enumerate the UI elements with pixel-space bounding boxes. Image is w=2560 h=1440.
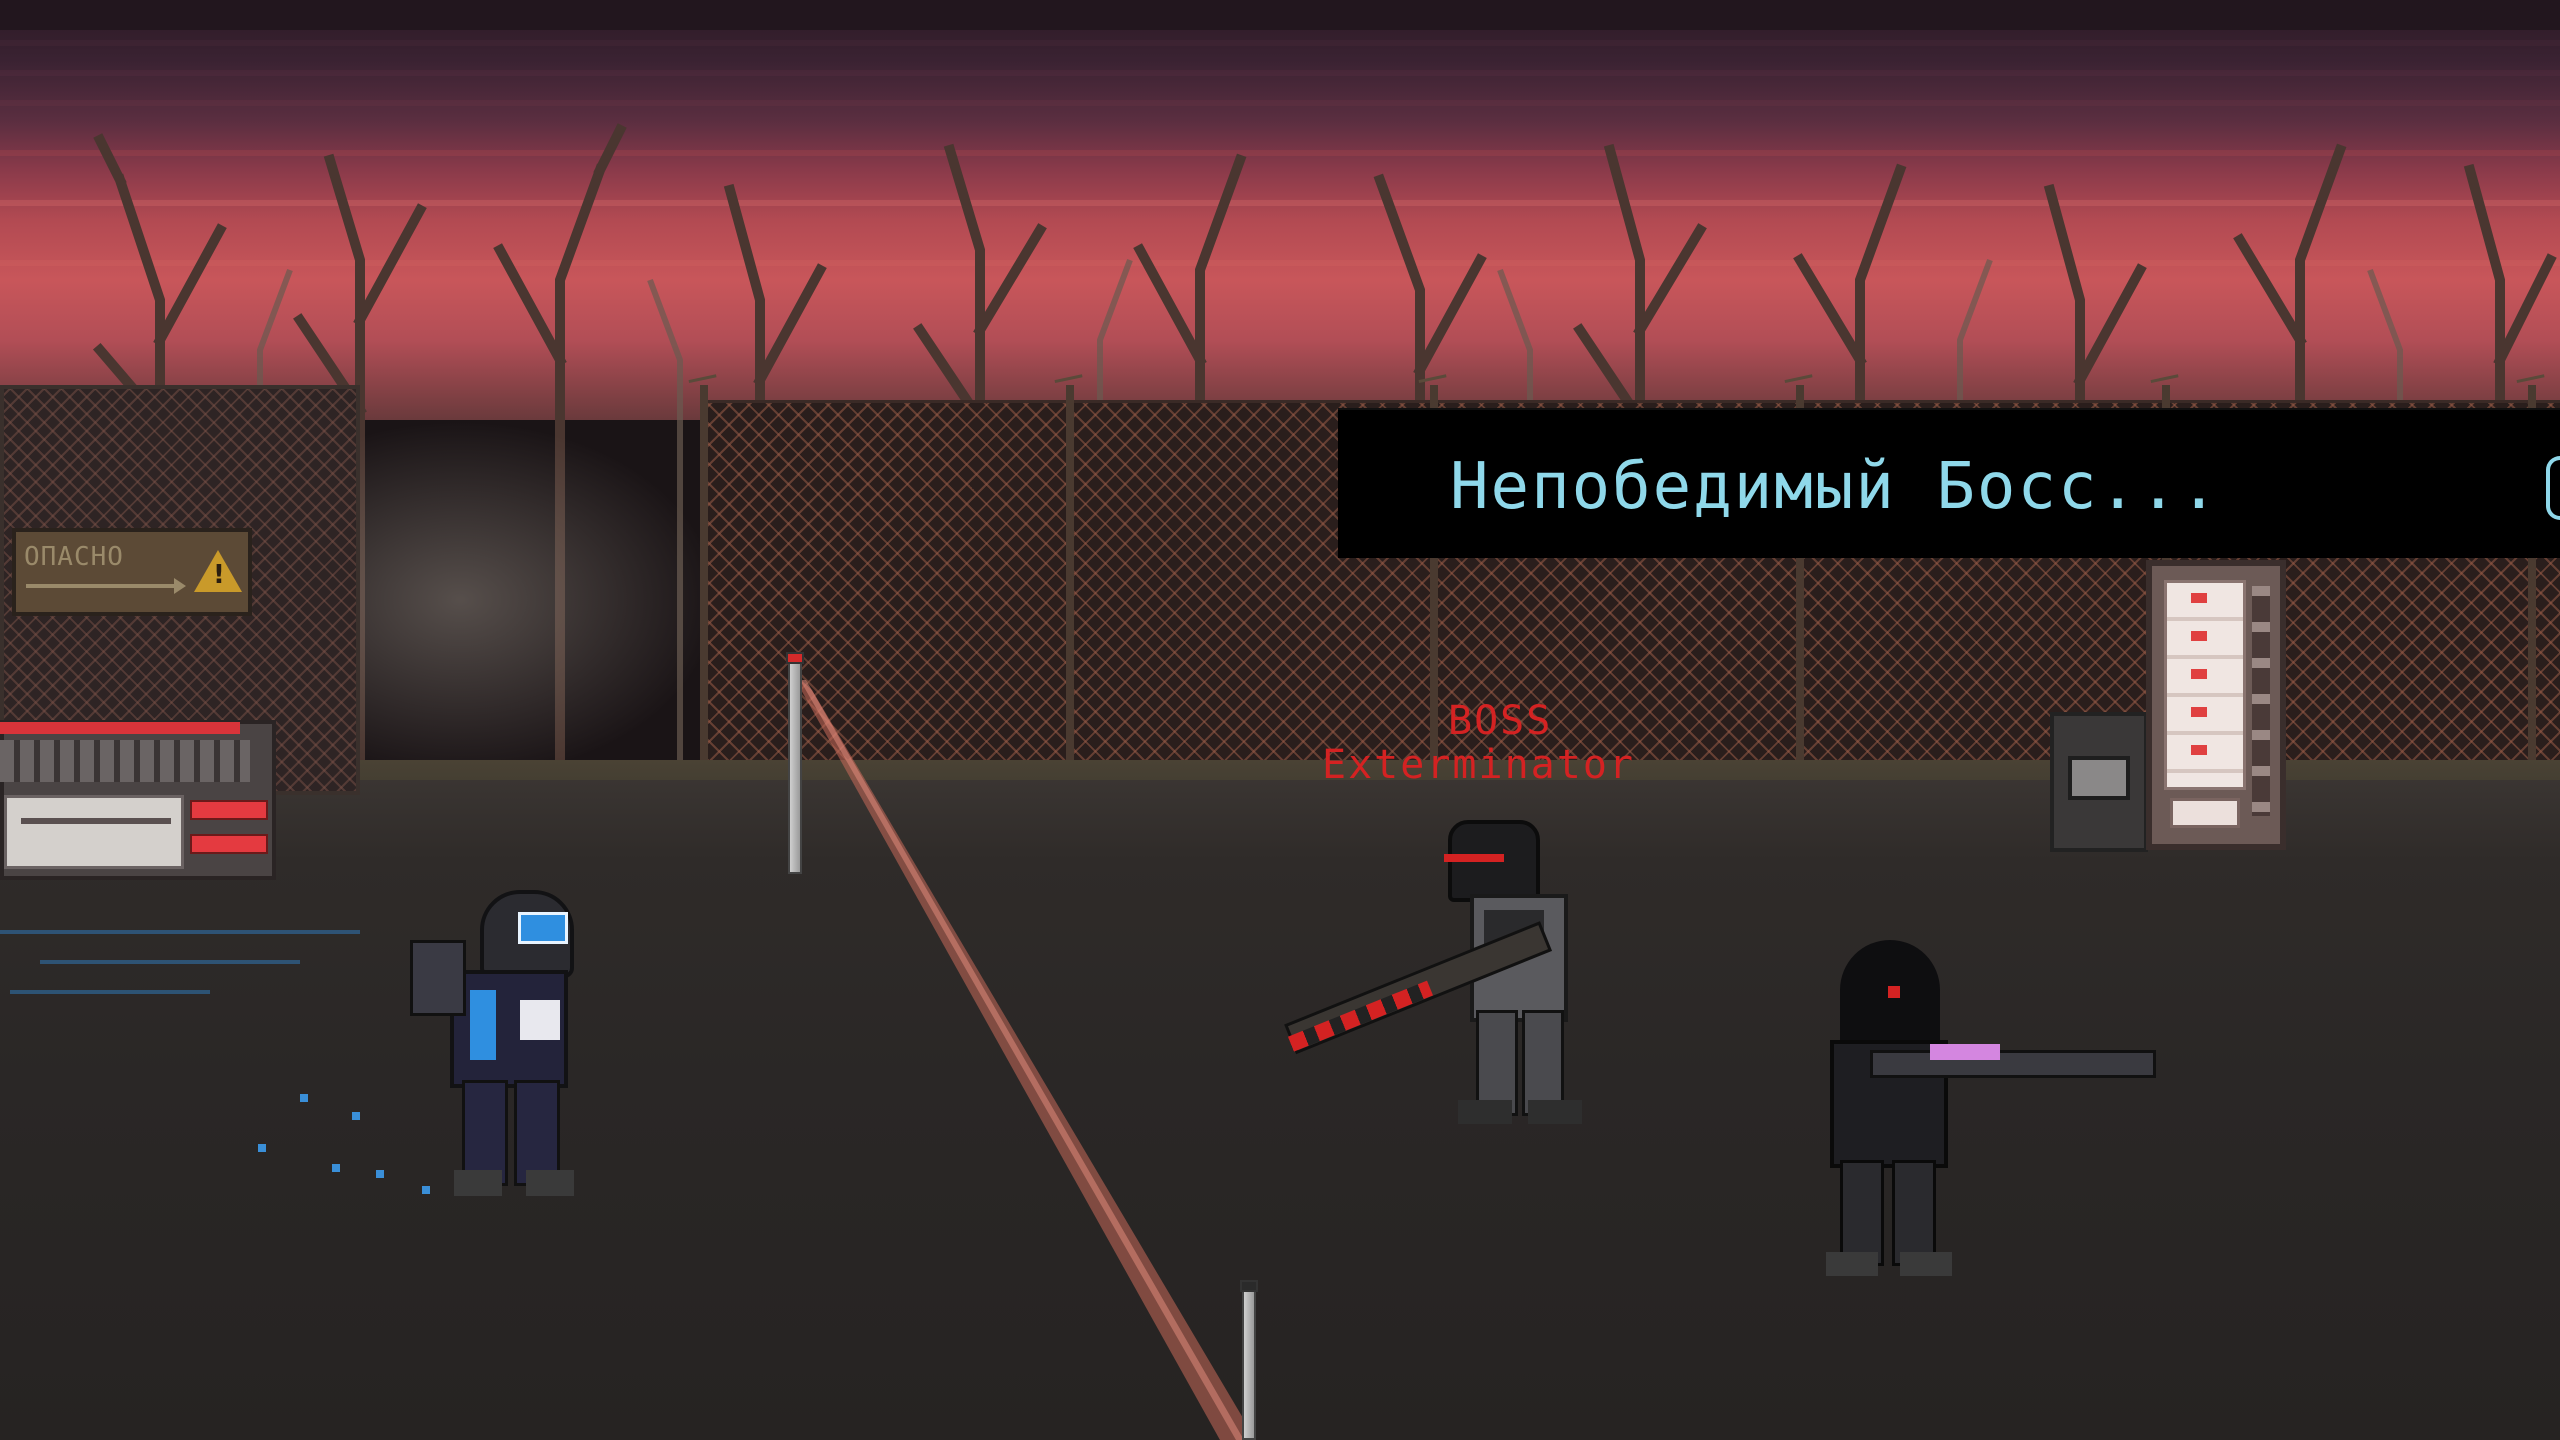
terminal-screen (2068, 756, 2130, 800)
player-character (410, 880, 600, 1200)
laser-emitter (786, 652, 804, 664)
puddle (0, 930, 360, 934)
player-boot (526, 1170, 574, 1196)
laser-pole (1242, 1284, 1256, 1440)
player-weapon (410, 940, 466, 1016)
dash-particle (376, 1170, 384, 1178)
boss-character[interactable] (1270, 810, 1610, 1130)
vending-dispenser (2170, 798, 2240, 828)
dash-particle (332, 1164, 340, 1172)
terminal[interactable] (2050, 712, 2148, 852)
enemy-boot (1826, 1252, 1878, 1276)
dash-particle (258, 1144, 266, 1152)
dialog-text: Непобедимый Босс... (1450, 450, 2221, 524)
player-armor-accent (470, 990, 496, 1060)
vending-display (2164, 580, 2246, 790)
boss-boot (1528, 1100, 1582, 1124)
laser-pole (788, 656, 802, 874)
enemy-leg-right (1892, 1160, 1936, 1266)
vending-slot-item (2167, 697, 2243, 735)
vending-slot-item (2167, 659, 2243, 697)
player-boot (454, 1170, 502, 1196)
boss-boot (1458, 1100, 1512, 1124)
vending-slot-item (2167, 735, 2243, 773)
enemy-boot (1900, 1252, 1952, 1276)
dash-particle (300, 1094, 308, 1102)
player-visor (518, 912, 568, 944)
hooded-enemy[interactable] (1800, 940, 2156, 1280)
puddle (40, 960, 300, 964)
enemy-rifle-accent (1930, 1044, 2000, 1060)
enemy-rifle (1870, 1050, 2156, 1078)
player-shoulder (520, 1000, 560, 1040)
boss-tag: BOSS (1448, 698, 1553, 744)
vending-machine[interactable] (2146, 560, 2286, 850)
puddle (10, 990, 210, 994)
dialog-continue-indicator (2546, 456, 2560, 520)
laser-receiver (1240, 1280, 1258, 1292)
dialog-banner: Непобедимый Босс... (1338, 408, 2560, 558)
boss-eyes (1444, 854, 1504, 862)
vending-slot-item (2167, 621, 2243, 659)
game-scene: ОПАСНО ! BOSS Exterminator Непобедимый Б… (0, 0, 2560, 1440)
enemy-leg-left (1840, 1160, 1884, 1266)
vending-buttons (2252, 586, 2270, 816)
vending-slot-item (2167, 583, 2243, 621)
dash-particle (352, 1112, 360, 1120)
dark-cloud (0, 0, 2560, 30)
enemy-eye (1888, 986, 1900, 998)
boss-name: Exterminator (1322, 742, 1635, 788)
